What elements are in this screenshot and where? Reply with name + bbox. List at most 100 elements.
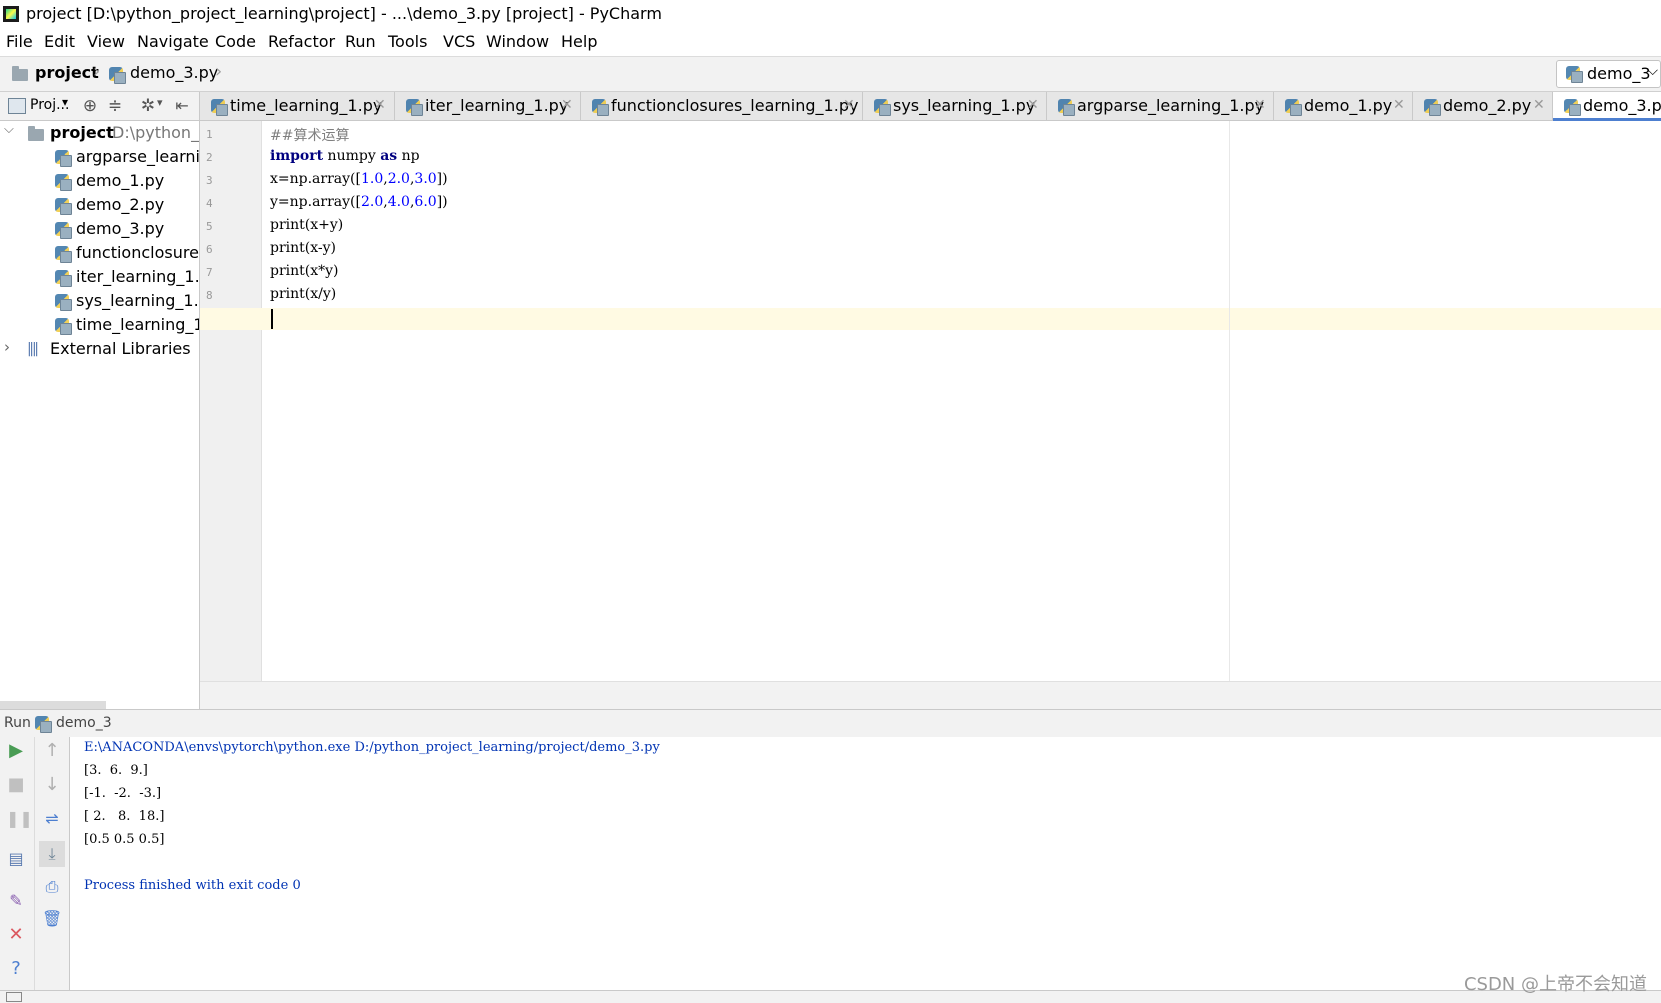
python-file-icon — [210, 98, 228, 116]
tree-file[interactable]: demo_1.py — [0, 169, 199, 193]
python-file-icon — [54, 149, 72, 167]
console-output-line: [3. 6. 9.] — [84, 763, 148, 778]
code-keyword: as — [380, 148, 398, 164]
menu-tools[interactable]: Tools — [388, 32, 427, 51]
code-number: 2.0 — [360, 194, 384, 210]
tab-demo-3[interactable]: demo_3.py — [1553, 92, 1661, 121]
tab-label: sys_learning_1.py — [893, 96, 1036, 115]
watermark-text: CSDN @上帝不会知道 — [1463, 974, 1647, 995]
layout-icon[interactable]: ▤ — [6, 849, 26, 869]
soft-wrap-icon[interactable]: ⇌ — [42, 809, 62, 829]
menu-edit[interactable]: Edit — [44, 32, 75, 51]
help-icon[interactable]: ? — [6, 959, 26, 979]
trash-icon[interactable]: 🗑 — [42, 909, 62, 929]
tree-file-label: time_learning_1.p — [76, 315, 199, 334]
run-icon[interactable]: ▶ — [6, 741, 26, 761]
tab-argparse-learning[interactable]: argparse_learning_1.py ✕ — [1047, 92, 1274, 120]
folder-icon — [12, 66, 28, 81]
chevron-down-icon: ⌵ — [4, 122, 14, 137]
code-comment: ##算术运算 — [270, 128, 350, 144]
tree-file[interactable]: argparse_learning — [0, 145, 199, 169]
collapse-all-icon[interactable]: ≑ — [105, 96, 125, 116]
tab-sys-learning[interactable]: sys_learning_1.py ✕ — [863, 92, 1047, 120]
run-panel-header: Run demo_3 — [0, 709, 1661, 738]
menu-file[interactable]: File — [6, 32, 33, 51]
pin-icon[interactable]: ✎ — [6, 891, 26, 911]
current-line-highlight — [200, 308, 1661, 330]
menu-view[interactable]: View — [87, 32, 125, 51]
project-tree: ⌵ project D:\python_p argparse_learning … — [0, 121, 200, 709]
tree-file-label: demo_1.py — [76, 171, 165, 190]
pause-icon[interactable]: ❚❚ — [6, 809, 33, 829]
library-icon: ‖‖ — [27, 341, 39, 357]
stop-icon[interactable]: ■ — [6, 775, 26, 795]
code-line: print(x*y) — [270, 263, 339, 279]
line-number: 5 — [206, 220, 213, 233]
python-file-icon — [1563, 98, 1581, 116]
run-console[interactable] — [70, 737, 1661, 990]
close-icon[interactable]: ✕ — [1027, 97, 1039, 113]
close-icon[interactable]: ✕ — [1533, 97, 1545, 113]
python-file-icon — [1565, 65, 1583, 83]
close-icon[interactable]: ✕ — [6, 925, 26, 945]
tree-file[interactable]: iter_learning_1.py — [0, 265, 199, 289]
tool-windows-icon[interactable] — [6, 992, 22, 1002]
code-line: print(x+y) — [270, 217, 344, 233]
menu-code[interactable]: Code — [215, 32, 256, 51]
text-caret — [271, 309, 273, 329]
run-config-tab[interactable]: demo_3 — [56, 715, 112, 731]
menu-run[interactable]: Run — [345, 32, 376, 51]
locate-icon[interactable]: ⊕ — [80, 96, 100, 116]
print-icon[interactable]: ⎙ — [42, 877, 62, 897]
menu-refactor[interactable]: Refactor — [268, 32, 335, 51]
menu-vcs[interactable]: VCS — [443, 32, 475, 51]
tree-file-label: functionclosures_ — [76, 243, 199, 262]
tree-external-libraries[interactable]: › ‖‖ External Libraries — [0, 337, 199, 361]
tree-file-label: iter_learning_1.py — [76, 267, 200, 286]
tab-demo-1[interactable]: demo_1.py ✕ — [1274, 92, 1413, 120]
arrow-down-icon[interactable]: ↓ — [42, 775, 62, 795]
tree-root-path: D:\python_p — [112, 123, 200, 142]
close-icon[interactable]: ✕ — [374, 97, 386, 113]
tab-iter-learning[interactable]: iter_learning_1.py ✕ — [395, 92, 581, 120]
close-icon[interactable]: ✕ — [1393, 97, 1405, 113]
tree-file[interactable]: functionclosures_ — [0, 241, 199, 265]
code-text: x=np.array([ — [270, 171, 361, 187]
tree-file[interactable]: demo_3.py — [0, 217, 199, 241]
python-file-icon — [54, 293, 72, 311]
menu-window[interactable]: Window — [486, 32, 549, 51]
breadcrumb-file[interactable]: demo_3.py — [130, 63, 218, 82]
tab-label: time_learning_1.py — [230, 96, 383, 115]
tree-file[interactable]: time_learning_1.p — [0, 313, 199, 337]
tab-time-learning[interactable]: time_learning_1.py ✕ — [200, 92, 395, 120]
tab-label: argparse_learning_1.py — [1077, 96, 1265, 115]
close-icon[interactable]: ✕ — [561, 97, 573, 113]
code-line: print(x-y) — [270, 240, 336, 256]
tab-demo-2[interactable]: demo_2.py ✕ — [1413, 92, 1553, 120]
tree-file[interactable]: sys_learning_1.py — [0, 289, 199, 313]
python-file-icon — [108, 66, 126, 84]
editor-gutter: 1 2 3 4 5 6 7 8 9 — [200, 121, 262, 681]
horizontal-scrollbar[interactable] — [0, 701, 106, 709]
python-file-icon — [405, 98, 423, 116]
tree-file[interactable]: demo_2.py — [0, 193, 199, 217]
close-icon[interactable]: ✕ — [1254, 97, 1266, 113]
dropdown-arrow-icon: ▾ — [157, 96, 163, 109]
tree-file-label: demo_3.py — [76, 219, 165, 238]
scroll-to-end-icon[interactable]: ⤓ — [39, 841, 65, 867]
hide-panel-icon[interactable]: ⇤ — [172, 96, 192, 116]
chevron-down-icon: ⌵ — [1647, 63, 1658, 79]
project-tool-header: Proj... ▾ ⊕ ≑ ✲ ▾ ⇤ — [0, 92, 200, 121]
run-config-selector[interactable]: demo_3 ⌵ — [1556, 60, 1661, 88]
breadcrumb-project[interactable]: project — [35, 63, 99, 82]
gear-icon[interactable]: ✲ — [138, 96, 158, 116]
tab-functionclosures-learning[interactable]: functionclosures_learning_1.py ✕ — [581, 92, 863, 120]
code-editor[interactable] — [262, 121, 1661, 681]
menu-navigate[interactable]: Navigate — [137, 32, 209, 51]
close-icon[interactable]: ✕ — [843, 97, 855, 113]
arrow-up-icon[interactable]: ↑ — [42, 741, 62, 761]
breadcrumb-separator-icon: › — [93, 61, 101, 82]
tab-label: demo_1.py — [1304, 96, 1393, 115]
menu-help[interactable]: Help — [561, 32, 597, 51]
tree-root[interactable]: ⌵ project D:\python_p — [0, 121, 199, 145]
